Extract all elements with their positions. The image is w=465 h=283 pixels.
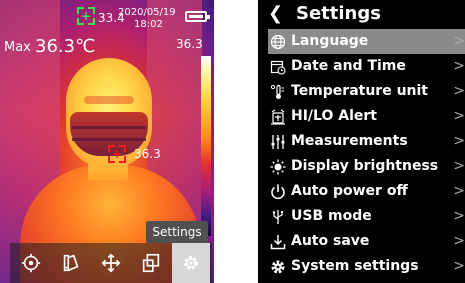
menu-item-label: Temperature unit [291, 83, 428, 99]
menu-item-auto-power-off[interactable]: Auto power off > [268, 179, 465, 204]
gear-icon [184, 256, 198, 270]
menu-item-label: Auto power off [291, 183, 408, 199]
target-icon [21, 253, 41, 273]
power-icon [271, 184, 285, 200]
menu-item-label: Measurements [291, 133, 408, 149]
menu-item-label: System settings [291, 258, 419, 274]
chevron-right-icon: > [453, 133, 465, 149]
menu-item-system-settings[interactable]: System settings > [268, 254, 465, 279]
menu-item-label: HI/LO Alert [291, 108, 377, 124]
color-scale-max: 36.3 [176, 37, 203, 51]
date-readout: 2020/05/19 [118, 7, 176, 18]
menu-item-label: Date and Time [291, 58, 406, 74]
chevron-right-icon: > [453, 108, 465, 124]
menu-item-label: Display brightness [291, 158, 439, 174]
max-temperature: 36.3℃ [35, 36, 96, 57]
globe-icon [270, 34, 286, 50]
menu-item-label: Auto save [291, 233, 370, 249]
menu-item-temperature-unit[interactable]: Temperature unit > [268, 79, 465, 104]
chevron-right-icon: > [453, 258, 465, 274]
hotspot-temperature: 36.3 [134, 147, 161, 161]
calendar-icon [270, 60, 286, 75]
alarm-icon [271, 109, 285, 125]
settings-header: ❮ Settings [258, 0, 465, 30]
target-button[interactable] [12, 243, 50, 283]
palette-button[interactable] [52, 243, 90, 283]
hotspot-cursor-icon: + [108, 145, 126, 163]
menu-item-usb-mode[interactable]: USB mode > [268, 204, 465, 229]
time-readout: 18:02 [134, 19, 163, 30]
menu-item-language[interactable]: Language > [268, 29, 465, 54]
battery-icon [185, 11, 210, 22]
sliders-icon [271, 135, 285, 149]
mask-fold-line [72, 138, 146, 141]
center-cursor-icon: + [77, 7, 95, 25]
menu-item-hi-lo-alert[interactable]: HI/LO Alert > [268, 104, 465, 129]
color-scale-bar [201, 56, 211, 236]
mask-fold-line [72, 126, 146, 129]
chevron-right-icon: > [453, 83, 465, 99]
image-overlay-icon [142, 253, 160, 273]
chevron-right-icon: > [453, 208, 465, 224]
chevron-right-icon: > [453, 183, 465, 199]
thermal-eyes [84, 96, 134, 104]
settings-button[interactable] [172, 243, 210, 283]
menu-item-auto-save[interactable]: Auto save > [268, 229, 465, 254]
settings-tooltip: Settings [146, 221, 208, 243]
move-icon [101, 253, 121, 273]
back-chevron-icon[interactable]: ❮ [268, 5, 283, 23]
settings-menu: ❮ Settings Language > Date and Time > Te… [258, 0, 465, 283]
page-title: Settings [296, 3, 381, 24]
menu-item-label: Language [291, 33, 369, 49]
brightness-icon [270, 159, 286, 175]
palette-icon [63, 254, 79, 272]
move-button[interactable] [92, 243, 130, 283]
thermometer-icon [270, 84, 284, 99]
menu-item-measurements[interactable]: Measurements > [268, 129, 465, 154]
thermal-camera-view: + 33.4 2020/05/19 18:02 Max 36.3℃ 36.3 +… [0, 0, 214, 283]
usb-icon [272, 210, 283, 224]
chevron-right-icon: > [453, 158, 465, 174]
bottom-toolbar [10, 243, 212, 283]
menu-item-date-time[interactable]: Date and Time > [268, 54, 465, 79]
save-icon [270, 235, 286, 250]
image-overlay-button[interactable] [132, 243, 170, 283]
chevron-right-icon: > [453, 233, 465, 249]
chevron-right-icon: > [453, 33, 465, 49]
max-label: Max [4, 40, 31, 55]
system-gear-icon [271, 260, 285, 274]
chevron-right-icon: > [453, 58, 465, 74]
menu-item-display-brightness[interactable]: Display brightness > [268, 154, 465, 179]
menu-item-label: USB mode [291, 208, 372, 224]
